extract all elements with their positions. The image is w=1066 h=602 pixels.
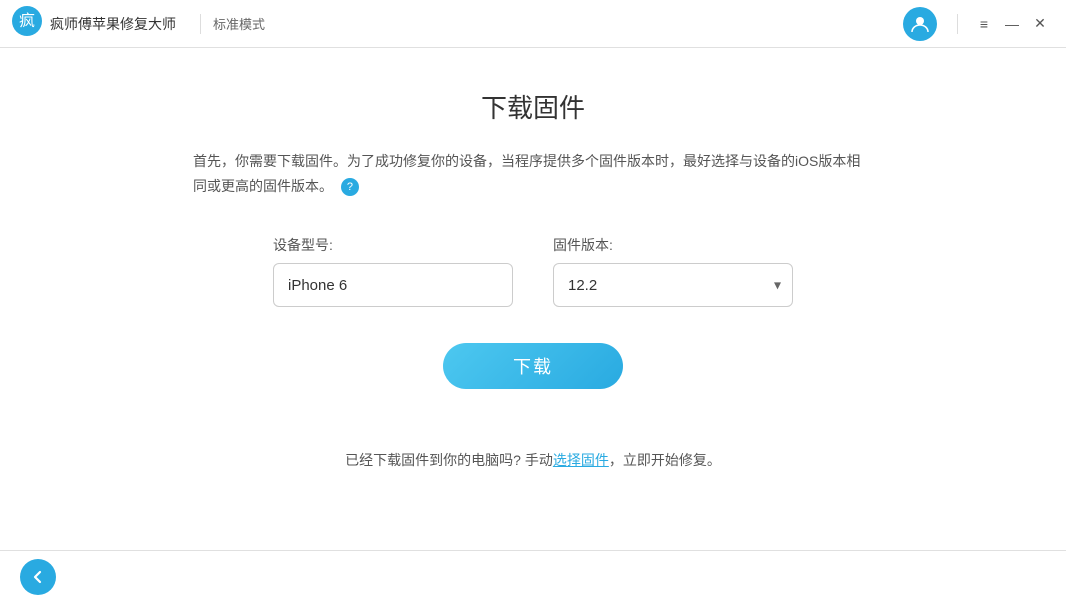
select-firmware-link[interactable]: 选择固件 — [553, 452, 609, 468]
firmware-form-group: 固件版本: 12.2 12.1 12.0 11.4 11.3 ▾ — [553, 235, 793, 307]
help-icon[interactable]: ? — [341, 178, 359, 196]
device-label: 设备型号: — [273, 235, 513, 255]
app-logo: 疯 — [12, 6, 50, 41]
download-button[interactable]: 下载 — [443, 343, 623, 389]
bottom-bar — [0, 550, 1066, 602]
firmware-select-wrapper: 12.2 12.1 12.0 11.4 11.3 ▾ — [553, 263, 793, 307]
titlebar: 疯 疯师傅苹果修复大师 标准模式 ≡ — ✕ — [0, 0, 1066, 48]
description-text: 首先，你需要下载固件。为了成功修复你的设备，当程序提供多个固件版本时，最好选择与… — [193, 153, 860, 194]
user-avatar[interactable] — [903, 7, 937, 41]
firmware-label: 固件版本: — [553, 235, 793, 255]
app-name: 疯师傅苹果修复大师 — [50, 14, 176, 34]
minimize-button[interactable]: — — [998, 10, 1026, 38]
control-divider — [957, 14, 958, 34]
page-title: 下载固件 — [481, 88, 585, 125]
close-button[interactable]: ✕ — [1026, 10, 1054, 38]
app-mode: 标准模式 — [213, 14, 265, 33]
menu-button[interactable]: ≡ — [970, 10, 998, 38]
firmware-select[interactable]: 12.2 12.1 12.0 11.4 11.3 — [553, 263, 793, 307]
main-content: 下载固件 首先，你需要下载固件。为了成功修复你的设备，当程序提供多个固件版本时，… — [0, 48, 1066, 550]
footer-suffix: ，立即开始修复。 — [609, 452, 721, 468]
device-input[interactable] — [273, 263, 513, 307]
title-divider — [200, 14, 201, 34]
device-form-group: 设备型号: — [273, 235, 513, 307]
footer-text: 已经下载固件到你的电脑吗? 手动选择固件，立即开始修复。 — [345, 450, 721, 470]
form-row: 设备型号: 固件版本: 12.2 12.1 12.0 11.4 11.3 ▾ — [273, 235, 793, 307]
footer-prefix: 已经下载固件到你的电脑吗? 手动 — [345, 452, 553, 468]
svg-text:疯: 疯 — [19, 12, 35, 30]
back-button[interactable] — [20, 559, 56, 595]
description-box: 首先，你需要下载固件。为了成功修复你的设备，当程序提供多个固件版本时，最好选择与… — [193, 149, 873, 199]
